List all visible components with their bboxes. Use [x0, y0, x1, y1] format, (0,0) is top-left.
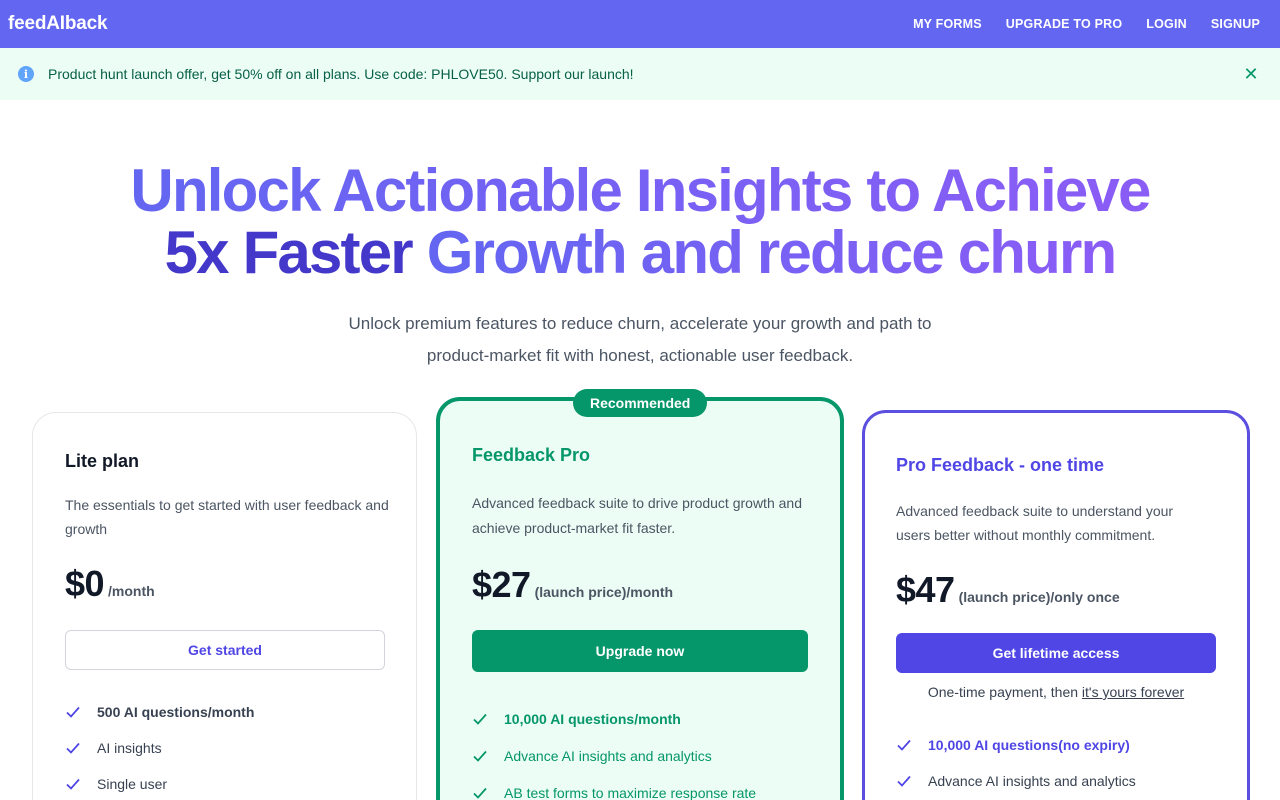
- check-icon: [473, 713, 487, 725]
- hero-line-1-text: Unlock Actionable Insights to Achieve: [130, 157, 1151, 224]
- upgrade-now-button[interactable]: Upgrade now: [472, 630, 808, 672]
- hero-subtitle-line-1: Unlock premium features to reduce churn,…: [348, 314, 932, 333]
- price-unit: /month: [108, 583, 155, 599]
- price-unit: (launch price)/only once: [958, 589, 1120, 605]
- plan-price: $0 /month: [65, 563, 155, 605]
- yours-forever-link[interactable]: it's yours forever: [1082, 684, 1184, 700]
- nav-signup[interactable]: SIGNUP: [1211, 17, 1260, 31]
- hero-line-2: 5x Faster Growth and reduce churn: [0, 222, 1280, 284]
- hero-line-2-text: Growth and reduce churn: [426, 219, 1117, 286]
- check-icon: [897, 775, 911, 787]
- feature-label: Advance AI insights and analytics: [928, 773, 1136, 789]
- feature-label: AI insights: [97, 740, 162, 756]
- recommended-badge: Recommended: [573, 389, 708, 417]
- feature-item: AB test forms to maximize response rate: [472, 785, 756, 800]
- feature-item: Advance AI insights and analytics: [472, 748, 712, 764]
- plan-description: The essentials to get started with user …: [65, 497, 389, 537]
- get-lifetime-access-button[interactable]: Get lifetime access: [896, 633, 1216, 673]
- hero-emphasis: 5x Faster: [164, 219, 414, 286]
- feature-item: Single user: [65, 776, 167, 792]
- plan-title: Feedback Pro: [472, 445, 591, 465]
- payment-note-text: One-time payment, then: [927, 684, 1079, 700]
- check-icon: [473, 787, 487, 799]
- get-started-button[interactable]: Get started: [65, 630, 385, 670]
- feature-item: 10,000 AI questions/month: [472, 711, 681, 727]
- feature-label: Advance AI insights and analytics: [504, 748, 712, 764]
- feature-item: 10,000 AI questions(no expiry): [896, 737, 1130, 753]
- plan-title: Lite plan: [65, 451, 140, 471]
- feature-label: 10,000 AI questions/month: [504, 711, 681, 727]
- hero-line-1: Unlock Actionable Insights to Achieve: [0, 160, 1280, 222]
- close-icon[interactable]: ✕: [1240, 63, 1262, 85]
- plan-description: Advanced feedback suite to understand yo…: [896, 503, 1174, 543]
- nav-links: MY FORMS UPGRADE TO PRO LOGIN SIGNUP: [889, 0, 1272, 48]
- hero-subtitle: Unlock premium features to reduce churn,…: [0, 308, 1280, 372]
- alert-text: Product hunt launch offer, get 50% off o…: [48, 66, 634, 82]
- plan-title: Pro Feedback - one time: [896, 455, 1105, 475]
- feature-item: Advance AI insights and analytics: [896, 773, 1136, 789]
- nav-login[interactable]: LOGIN: [1146, 17, 1187, 31]
- feature-label: Single user: [97, 776, 168, 792]
- feature-label: 500 AI questions/month: [97, 704, 255, 720]
- price-amount: $0: [65, 563, 105, 604]
- check-icon: [897, 739, 911, 751]
- top-navbar: feedAIback MY FORMS UPGRADE TO PRO LOGIN…: [0, 0, 1280, 48]
- price-amount: $47: [896, 569, 955, 610]
- price-unit: (launch price)/month: [534, 584, 674, 600]
- check-icon: [66, 706, 80, 718]
- payment-note: One-time payment, then it's yours foreve…: [896, 684, 1216, 700]
- promo-alert: i Product hunt launch offer, get 50% off…: [0, 48, 1280, 100]
- hero-heading: Unlock Actionable Insights to Achieve 5x…: [0, 160, 1280, 284]
- plan-price: $27 (launch price)/month: [472, 564, 673, 606]
- plan-card-lite: Lite plan The essentials to get started …: [32, 412, 417, 800]
- plan-card-lifetime: Pro Feedback - one time Advanced feedbac…: [862, 410, 1250, 800]
- hero-subtitle-line-2: product-market fit with honest, actionab…: [426, 346, 854, 365]
- feature-label: AB test forms to maximize response rate: [504, 785, 757, 800]
- check-icon: [473, 750, 487, 762]
- info-icon: i: [18, 66, 34, 82]
- price-amount: $27: [472, 564, 531, 605]
- feature-item: AI insights: [65, 740, 162, 756]
- check-icon: [66, 778, 80, 790]
- check-icon: [66, 742, 80, 754]
- nav-my-forms[interactable]: MY FORMS: [913, 17, 982, 31]
- feature-item: 500 AI questions/month: [65, 704, 254, 720]
- feature-label: 10,000 AI questions(no expiry): [928, 737, 1130, 753]
- nav-upgrade-to-pro[interactable]: UPGRADE TO PRO: [1006, 17, 1122, 31]
- brand-logo[interactable]: feedAIback: [8, 13, 108, 35]
- plan-description: Advanced feedback suite to drive product…: [472, 495, 802, 536]
- plan-price: $47 (launch price)/only once: [896, 569, 1120, 611]
- plan-card-pro: Recommended Feedback Pro Advanced feedba…: [436, 389, 844, 800]
